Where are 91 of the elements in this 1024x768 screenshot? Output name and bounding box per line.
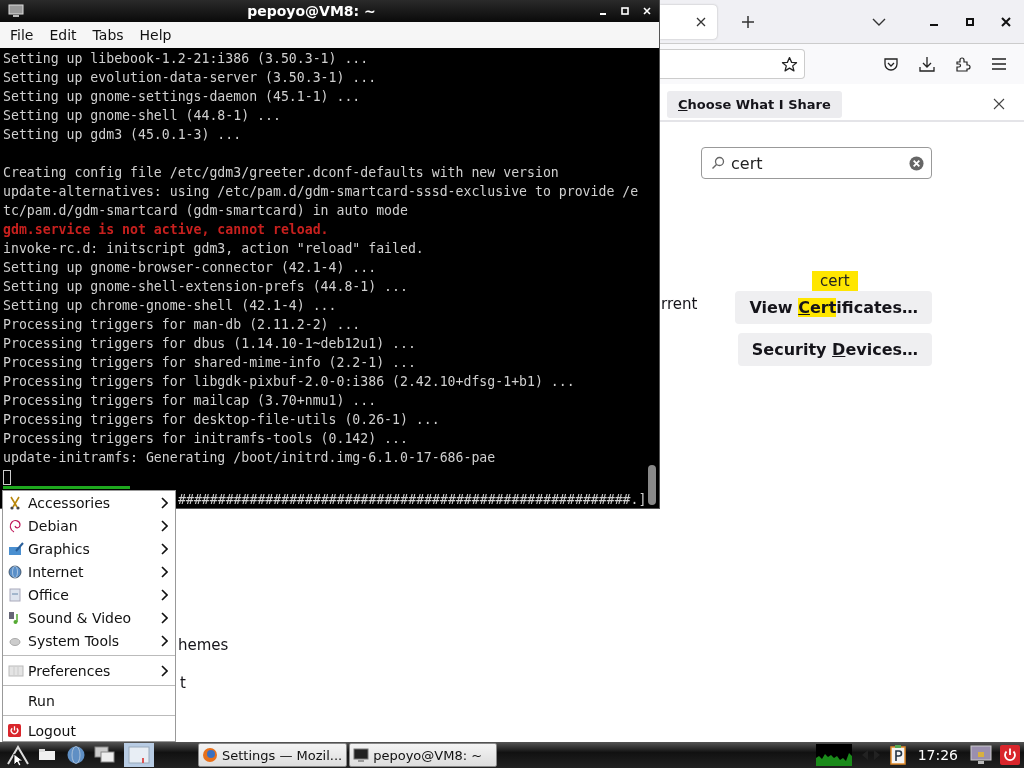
output-line: Processing triggers for libgdk-pixbuf-2.0-0:i386 (2.42.10+dfsg-1+b1) ... xyxy=(3,373,576,391)
menu-item[interactable]: Logout xyxy=(3,719,175,742)
chevron-right-icon xyxy=(161,565,168,578)
menu-item[interactable]: Edit xyxy=(41,27,85,43)
globe-icon[interactable] xyxy=(66,745,86,765)
chevron-right-icon xyxy=(161,519,168,532)
output-line: Processing triggers for desktop-file-utils (0.26-1) ... xyxy=(3,411,441,429)
output-line: Setting up gnome-browser-connector (42.1-4) ... xyxy=(3,259,378,277)
windows-icon[interactable] xyxy=(94,746,116,764)
output-line: Processing triggers for shared-mime-info (2.2-1) ... xyxy=(3,354,417,372)
desktop-icon xyxy=(128,746,150,764)
output-line: Processing triggers for man-db (2.11.2-2) ... xyxy=(3,316,362,334)
output-line: Setting up libebook-1.2-21:i386 (3.50.3-1) ... xyxy=(3,50,370,68)
menu-item[interactable]: System Tools xyxy=(3,629,175,652)
puzzle-icon[interactable] xyxy=(955,56,971,72)
progress-line: #########################################################.] xyxy=(178,491,647,509)
output-line: Setting up evolution-data-server (3.50.3-1) ... xyxy=(3,69,378,87)
cpu-graph-icon xyxy=(815,744,852,766)
pocket-icon[interactable] xyxy=(883,56,899,72)
output-line: Setting up gnome-shell-extension-prefs (44.8-1) ... xyxy=(3,278,409,296)
output-line: Setting up gnome-shell (44.8-1) ... xyxy=(3,107,282,125)
maximize-icon[interactable] xyxy=(965,16,975,27)
chevron-right-icon xyxy=(161,611,168,624)
power-icon[interactable] xyxy=(1000,745,1020,765)
menu-item[interactable]: Debian xyxy=(3,514,175,537)
text-cursor xyxy=(3,469,11,485)
folder-icon[interactable] xyxy=(38,748,58,762)
menu-item[interactable]: File xyxy=(2,27,42,43)
window-title: pepoyo@VM8: ~ xyxy=(246,3,377,19)
output-line: Setting up gdm3 (45.0.1-3) ... xyxy=(3,126,243,144)
menu-item[interactable]: Accessories xyxy=(3,491,175,514)
terminal-icon xyxy=(353,748,370,762)
output-line: update-alternatives: using /etc/pam.d/gdm-smartcard-sssd-exclusive to provide /e xyxy=(3,183,640,201)
output-line: Processing triggers for initramfs-tools (0.142) ... xyxy=(3,430,409,448)
chevron-right-icon xyxy=(161,588,168,601)
paint-icon xyxy=(8,541,24,556)
document-icon xyxy=(8,587,22,602)
setting-text: rrent xyxy=(661,295,698,313)
menu-item[interactable]: Graphics xyxy=(3,537,175,560)
menu-item[interactable]: Preferences xyxy=(3,659,175,682)
globe-icon xyxy=(8,564,22,579)
browser-icon xyxy=(202,747,218,763)
scissors-icon xyxy=(8,495,22,510)
start-icon[interactable] xyxy=(6,744,30,766)
menu-item[interactable]: Sound & Video xyxy=(3,606,175,629)
output-line: invoke-rc.d: initscript gdm3, action "reload" failed. xyxy=(3,240,425,258)
download-icon[interactable] xyxy=(919,56,935,72)
search-field[interactable]: cert xyxy=(701,147,932,179)
swirl-icon xyxy=(8,518,22,533)
choose-share-button[interactable]: Choose What I Share xyxy=(667,90,842,118)
setting-text: t xyxy=(180,674,186,692)
menu-item[interactable]: Run xyxy=(3,689,175,712)
terminal-icon xyxy=(8,4,24,18)
panel-icon xyxy=(8,663,24,678)
menu-item[interactable]: Help xyxy=(131,27,180,43)
close-icon[interactable] xyxy=(1001,16,1011,27)
menu-item[interactable]: Office xyxy=(3,583,175,606)
output-line: tc/pam.d/gdm-smartcard (gdm-smartcard) in auto mode xyxy=(3,202,409,220)
close-icon[interactable] xyxy=(993,98,1005,110)
menu-item[interactable]: Internet xyxy=(3,560,175,583)
address-field[interactable] xyxy=(660,49,805,79)
lock-screen-icon[interactable] xyxy=(970,745,992,765)
menu-item[interactable]: Tabs xyxy=(84,27,132,43)
output-line: Processing triggers for mailcap (3.70+nmu1) ... xyxy=(3,392,378,410)
clock[interactable]: 17:26 xyxy=(917,747,958,763)
output-line: Creating config file /etc/gdm3/greeter.dconf-defaults with new version xyxy=(3,164,560,182)
chevron-right-icon xyxy=(161,496,168,509)
setting-text: hemes xyxy=(178,636,229,654)
power-icon xyxy=(8,724,21,737)
chevron-right-icon xyxy=(161,664,168,677)
search-icon xyxy=(711,156,725,170)
chevron-down-icon[interactable] xyxy=(872,17,886,26)
output-line: update-initramfs: Generating /boot/initrd.img-6.1.0-17-686-pae xyxy=(3,449,497,467)
star-icon[interactable] xyxy=(781,55,798,73)
output-line: Setting up chrome-gnome-shell (42.1-4) ... xyxy=(3,297,338,315)
clear-icon[interactable] xyxy=(909,155,924,171)
close-icon[interactable] xyxy=(695,15,707,28)
taskbar-button[interactable]: Settings — Mozil... xyxy=(198,743,348,767)
error-line: gdm.service is not active, cannot reload. xyxy=(3,221,330,239)
search-tooltip: cert xyxy=(812,271,858,291)
plus-icon[interactable] xyxy=(741,14,755,29)
output-line: Setting up gnome-settings-daemon (45.1-1) ... xyxy=(3,88,362,106)
chevron-right-icon xyxy=(161,634,168,647)
clipboard-icon[interactable] xyxy=(889,745,906,765)
menu-icon[interactable] xyxy=(991,57,1007,71)
settings-button[interactable]: Security Devices… xyxy=(737,333,932,366)
taskbar-button[interactable]: pepoyo@VM8: ~ xyxy=(349,743,498,767)
settings-button[interactable]: View Certificates… xyxy=(735,291,932,324)
output-line: Processing triggers for dbus (1.14.10-1~deb12u1) ... xyxy=(3,335,417,353)
scrollbar-thumb[interactable] xyxy=(648,465,656,505)
chevron-right-icon xyxy=(161,542,168,555)
